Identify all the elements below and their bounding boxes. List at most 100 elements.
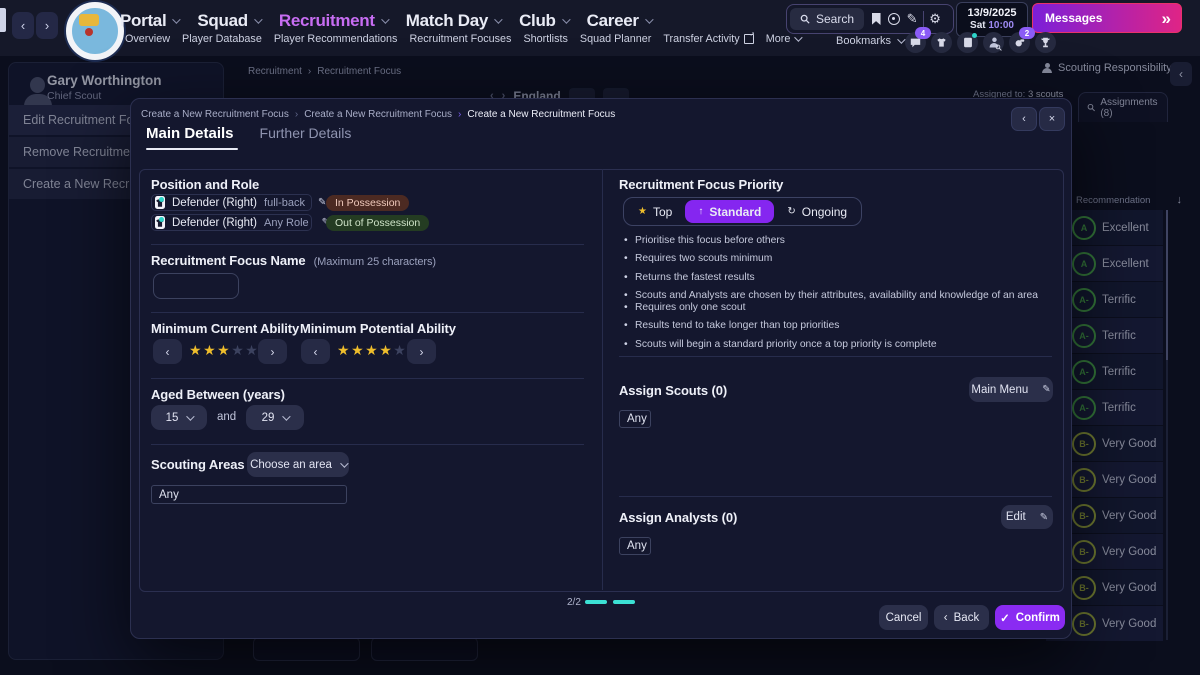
age-max-dropdown[interactable]: 29 [246,405,304,430]
kit-shirt-icon [155,216,165,229]
create-recruitment-focus-dialog: Create a New Recruitment Focus › Create a … [130,98,1072,639]
user-role: Chief Scout [47,90,101,102]
recommendation-label: Very Good [1102,618,1156,630]
menu-squad[interactable]: Squad [197,11,259,31]
subnav-more[interactable]: More [766,33,801,45]
cancel-button[interactable]: Cancel [879,605,928,630]
recommendation-label: Terrific [1102,294,1136,306]
scouting-responsibility[interactable]: Scouting Responsibility [1042,62,1172,74]
breadcrumb-item[interactable]: Recruitment Focus [317,66,401,77]
messages-button[interactable]: Messages » [1032,3,1182,33]
divider [619,356,1052,357]
potential-ability-decrease-button[interactable]: ‹ [301,339,330,364]
position-role-editor[interactable]: Defender (Right)full-back✎ [151,194,312,211]
grade-badge: B- [1072,612,1096,636]
assign-scouts-title: Assign Scouts (0) [619,383,727,398]
pencil-icon[interactable]: ✎ [903,11,921,27]
subnav-shortlists[interactable]: Shortlists [523,33,567,45]
kit-shirt-icon [155,196,165,209]
subnav-overview[interactable]: Overview [125,33,170,45]
progress-dash [613,600,635,604]
breadcrumb-item[interactable]: Create a New Recruitment Focus [304,109,452,120]
priority-bullet: Requires only one scout [623,302,1063,315]
report-card-icon[interactable] [957,32,978,53]
grade-badge: A- [1072,396,1096,420]
bookmark-icon[interactable] [867,13,885,25]
choose-area-dropdown[interactable]: Choose an area [247,452,349,477]
priority-title: Recruitment Focus Priority [619,177,783,192]
breadcrumb-item[interactable]: Create a New Recruitment Focus [141,109,289,120]
star-icon: ★ [203,342,217,358]
collapse-panel-button[interactable]: ‹ [1170,62,1192,86]
scrollbar-thumb[interactable] [1166,210,1168,360]
menu-label: Club [519,11,556,31]
fm-screen: Recruitment › Recruitment Focus Scouting R… [0,0,1200,675]
dialog-back-button[interactable]: ‹ [1011,107,1037,131]
subnav-recruitment-focuses[interactable]: Recruitment Focuses [409,33,511,45]
subnav-squad-planner[interactable]: Squad Planner [580,33,651,45]
main-menu-bar: Portal Squad Recruitment Match Day Club Caree… [120,6,651,36]
assign-analysts-edit-button[interactable]: Edit✎ [1001,505,1053,529]
position-role-row: Defender (Right)Any Role✎Out of Possessi… [151,214,429,231]
recommendation-column-header[interactable]: Recommendation ↓ [1076,194,1182,206]
breadcrumb-item[interactable]: Create a New Recruitment Focus [467,109,615,120]
wizard-progress [585,600,635,604]
priority-standard[interactable]: ↑Standard [685,200,774,223]
current-ability-increase-button[interactable]: › [258,339,287,364]
focus-name-input[interactable] [153,273,239,299]
priority-label: Standard [709,205,761,219]
priority-ongoing[interactable]: ↻Ongoing [774,200,860,223]
subnav-transfer-activity[interactable]: Transfer Activity [663,33,753,45]
menu-portal[interactable]: Portal [120,11,178,31]
assign-scouts-edit-button[interactable]: Main Menu✎ [969,377,1053,402]
chevron-down-icon [381,15,389,23]
grade-badge: A [1072,216,1096,240]
priority-top[interactable]: ★Top [625,200,685,223]
dialog-close-button[interactable]: × [1039,107,1065,131]
tab-further-details[interactable]: Further Details [260,125,352,150]
user-name: Gary Worthington [47,73,162,88]
breadcrumb-separator: › [458,109,461,120]
current-ability-decrease-button[interactable]: ‹ [153,339,182,364]
focus-name-title: Recruitment Focus Name(Maximum 25 charac… [151,253,436,268]
assign-analysts-title: Assign Analysts (0) [619,510,737,525]
tab-main-details[interactable]: Main Details [146,125,234,150]
menu-recruitment[interactable]: Recruitment [279,11,387,31]
subnav-player-database[interactable]: Player Database [182,33,262,45]
history-forward-button[interactable]: › [36,12,58,39]
grade-badge: A- [1072,360,1096,384]
menu-label: Squad [197,11,247,31]
title-bar: ‹ › Portal Squad Recruitment Match Day Club C… [0,0,1200,56]
recommendation-label: Terrific [1102,330,1136,342]
breadcrumb-item[interactable]: Recruitment [248,66,302,77]
potential-ability-increase-button[interactable]: › [407,339,436,364]
position-role-editor[interactable]: Defender (Right)Any Role✎ [151,214,312,231]
back-button[interactable]: ‹Back [934,605,989,630]
trophy-icon[interactable] [1035,32,1056,53]
search-icon [1087,103,1095,112]
confirm-button[interactable]: ✓Confirm [995,605,1065,630]
scout-search-icon[interactable] [983,32,1004,53]
menu-club[interactable]: Club [519,11,568,31]
age-min-dropdown[interactable]: 15 [151,405,207,430]
grade-badge: A [1072,252,1096,276]
club-badge[interactable] [66,2,124,60]
menu-match-day[interactable]: Match Day [406,11,500,31]
gear-icon[interactable]: ⚙ [926,11,944,27]
menu-career[interactable]: Career [587,11,651,31]
position-role-row: Defender (Right)full-back✎In Possession [151,194,429,211]
assignments-search[interactable]: Assignments (8) [1078,92,1168,122]
subnav-player-recommendations[interactable]: Player Recommendations [274,33,398,45]
grade-badge: A- [1072,324,1096,348]
search-input[interactable]: Search [790,8,864,30]
assign-scouts-value: Any [619,410,651,428]
chevron-down-icon [562,15,570,23]
grade-badge: A- [1072,288,1096,312]
bookmarks-dropdown[interactable]: Bookmarks [836,35,903,47]
inbox-icon[interactable]: 4 [905,32,926,53]
ball-icon[interactable] [885,13,903,25]
squad-shirt-icon[interactable] [931,32,952,53]
whistle-icon[interactable]: 2 [1009,32,1030,53]
scouting-areas-value: Any [151,485,347,504]
history-back-button[interactable]: ‹ [12,12,34,39]
